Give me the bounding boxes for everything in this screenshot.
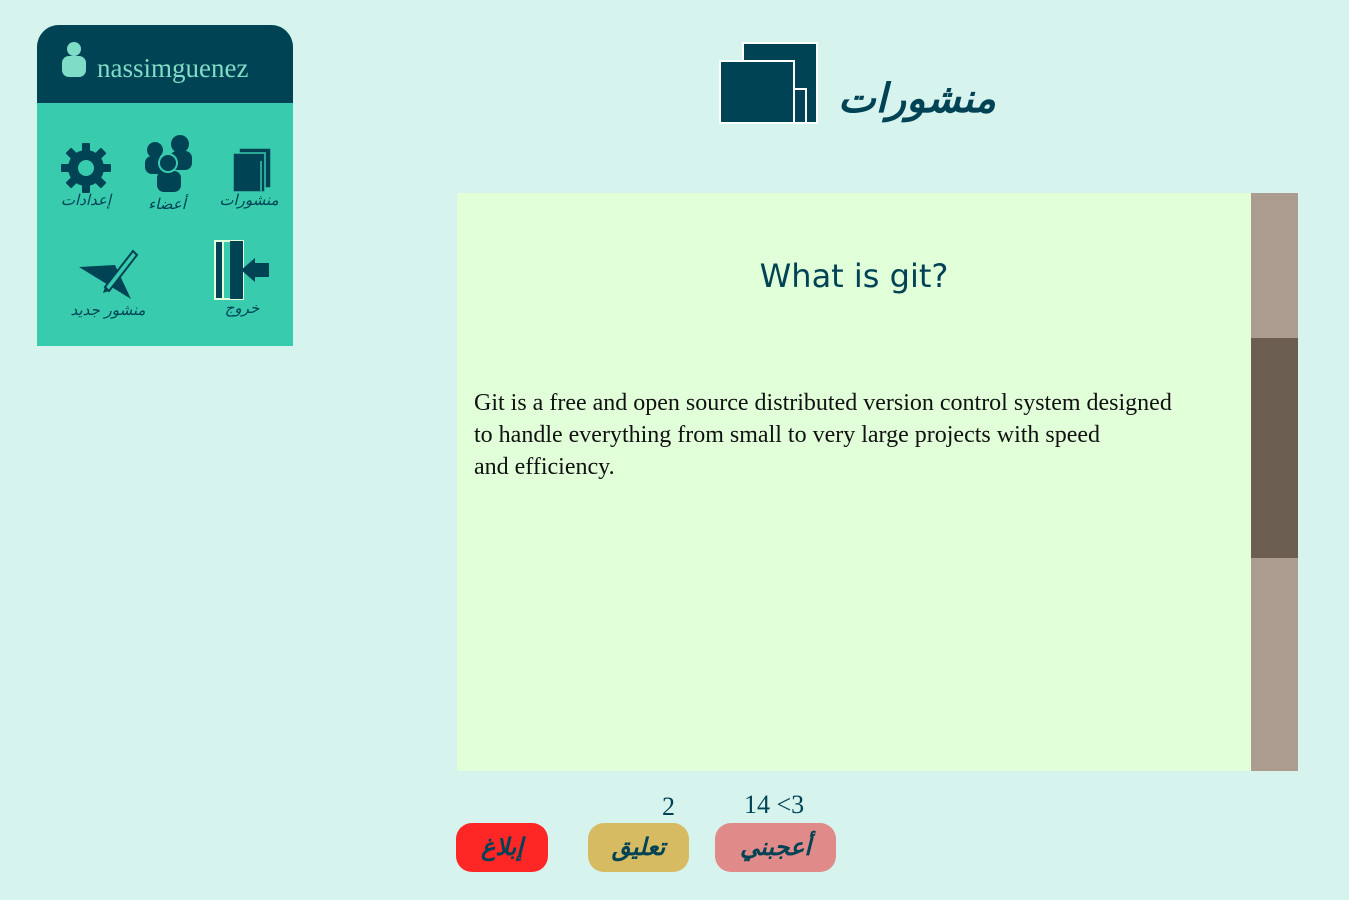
- menu-label-members: أعضاء: [148, 195, 186, 213]
- user-card: nassimguenez إعدادات أعضاء منشورات منشور…: [37, 25, 293, 346]
- menu-item-posts[interactable]: منشورات: [210, 145, 288, 215]
- page-title: منشورات: [838, 76, 996, 122]
- comment-count: 2: [662, 792, 675, 821]
- user-header: nassimguenez: [37, 25, 293, 103]
- post-body-line: Git is a free and open source distribute…: [474, 390, 1172, 416]
- like-count: 14 <3: [744, 790, 805, 819]
- menu-label-posts: منشورات: [219, 191, 279, 209]
- post-card: What is git? Git is a free and open sour…: [457, 193, 1251, 771]
- menu-label-new-post: منشور جديد: [70, 301, 146, 319]
- post-title: What is git?: [759, 257, 949, 295]
- post-body-line: and efficiency.: [474, 454, 615, 480]
- post-body-line: to handle everything from small to very …: [474, 422, 1101, 448]
- menu-item-logout[interactable]: خروج: [209, 237, 275, 321]
- menu-label-logout: خروج: [224, 299, 260, 317]
- username: nassimguenez: [97, 53, 249, 83]
- scrollbar-track[interactable]: [1251, 193, 1298, 771]
- menu-label-settings: إعدادات: [60, 191, 112, 209]
- comment-button[interactable]: تعليق: [588, 823, 689, 872]
- posts-icon: [719, 42, 818, 124]
- gear-icon: [61, 143, 111, 193]
- post-body: Git is a free and open source distribute…: [474, 387, 1244, 483]
- posts-icon: [232, 147, 272, 193]
- scrollbar-thumb[interactable]: [1251, 338, 1298, 558]
- user-icon: [61, 42, 87, 78]
- menu-item-new-post[interactable]: منشور جديد: [52, 245, 164, 325]
- like-button[interactable]: أعجبني: [715, 823, 836, 872]
- users-icon: [145, 135, 192, 192]
- report-button[interactable]: إبلاغ: [456, 823, 548, 872]
- menu-item-members[interactable]: أعضاء: [134, 133, 200, 213]
- logout-icon: [214, 240, 269, 300]
- pen-icon: [79, 249, 139, 299]
- menu-item-settings[interactable]: إعدادات: [51, 139, 121, 215]
